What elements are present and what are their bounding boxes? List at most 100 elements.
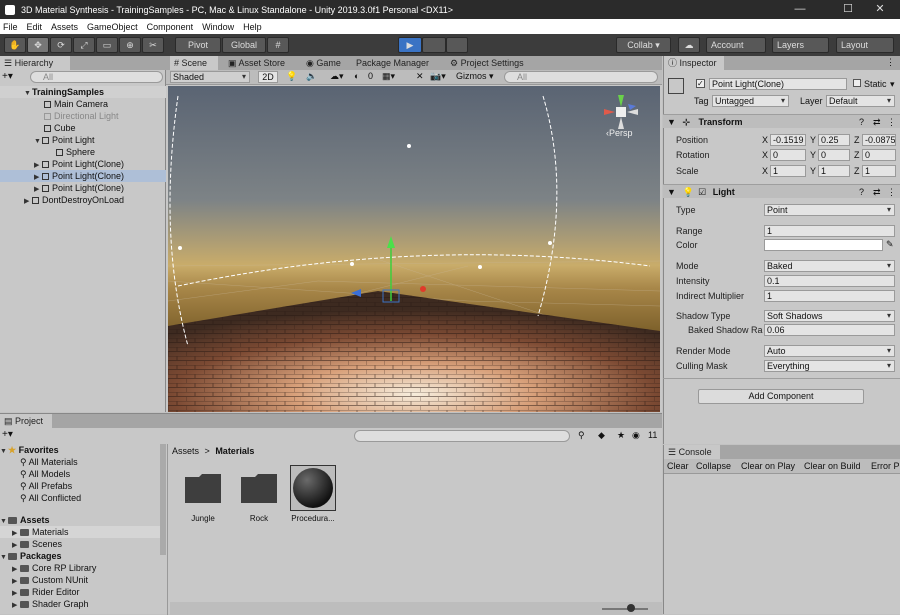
camera-icon[interactable]: 📷▾ xyxy=(430,71,446,82)
console-clear-on-play-button[interactable]: Clear on Play xyxy=(741,461,795,471)
color-swatch[interactable] xyxy=(764,239,883,251)
baked-shadow-field[interactable]: 0.06 xyxy=(764,324,895,336)
menu-file[interactable]: File xyxy=(0,22,24,32)
global-button[interactable]: Global xyxy=(222,37,266,53)
mode-2d-toggle[interactable]: 2D xyxy=(258,71,278,83)
preset-icon[interactable]: ⇄ xyxy=(873,115,881,129)
proj-tree-row-8[interactable]: ▼ Packages xyxy=(0,550,160,562)
shading-dropdown[interactable]: Shaded xyxy=(170,71,250,83)
mode-dropdown[interactable]: Baked xyxy=(764,260,895,272)
rect-tool-icon[interactable]: ▭ xyxy=(96,37,118,53)
play-button[interactable]: ▶ xyxy=(398,37,422,53)
collapse-arrow-icon[interactable]: ▼ xyxy=(663,117,676,127)
layers-dropdown[interactable]: Layers xyxy=(772,37,829,53)
zoom-slider-track[interactable] xyxy=(602,608,648,610)
menu-gameobject[interactable]: GameObject xyxy=(84,22,144,32)
rotate-tool-icon[interactable]: ⟳ xyxy=(50,37,72,53)
tab-scene[interactable]: # Scene xyxy=(170,56,218,70)
transform-tool-icon[interactable]: ⊕ xyxy=(119,37,141,53)
expand-icon[interactable]: ▶ xyxy=(24,196,32,208)
create-icon[interactable]: +▾ xyxy=(2,429,13,440)
breadcrumb-current[interactable]: Materials xyxy=(215,446,254,456)
rotation-y-field[interactable]: 0 xyxy=(818,149,850,161)
close-button[interactable]: ✕ xyxy=(860,0,900,19)
render-mode-dropdown[interactable]: Auto xyxy=(764,345,895,357)
console-error-pause-button[interactable]: Error P xyxy=(871,461,900,471)
add-component-button[interactable]: Add Component xyxy=(698,389,864,404)
proj-tree-row-12[interactable]: ▶ Shader Graph xyxy=(0,598,160,610)
folder-rock-icon[interactable] xyxy=(241,473,277,503)
proj-tree-row-10[interactable]: ▶ Custom NUnit xyxy=(0,574,160,586)
collapse-arrow-icon[interactable]: ▼ xyxy=(663,187,676,197)
menu-window[interactable]: Window xyxy=(199,22,240,32)
hier-row-3[interactable]: Cube xyxy=(0,122,166,134)
hier-row-8[interactable]: ▶ Point Light(Clone) xyxy=(0,182,166,194)
orientation-gizmo[interactable] xyxy=(600,91,642,133)
proj-tree-row-1[interactable]: ⚲ All Materials xyxy=(0,456,160,468)
tab-console[interactable]: ☰ Console xyxy=(664,445,720,459)
indirect-field[interactable]: 1 xyxy=(764,290,895,302)
account-dropdown[interactable]: Account xyxy=(706,37,766,53)
persp-label[interactable]: ‹Persp xyxy=(606,128,633,138)
position-y-field[interactable]: 0.25 xyxy=(818,134,850,146)
snap-icon[interactable]: # xyxy=(267,37,289,53)
project-search-input[interactable] xyxy=(354,430,570,442)
zoom-slider-thumb[interactable] xyxy=(627,604,635,612)
tab-project-settings[interactable]: ⚙ Project Settings xyxy=(446,56,534,70)
effects-icon[interactable]: ☁▾ xyxy=(330,71,344,82)
tab-hierarchy[interactable]: ☰ Hierarchy xyxy=(0,56,70,70)
tab-package-manager[interactable]: Package Manager xyxy=(352,56,434,70)
panel-menu-icon[interactable]: ⋮ xyxy=(886,57,895,68)
tab-asset-store[interactable]: ▣ Asset Store xyxy=(224,56,292,70)
menu-assets[interactable]: Assets xyxy=(48,22,84,32)
hier-row-2[interactable]: Directional Light xyxy=(0,110,166,122)
culling-mask-dropdown[interactable]: Everything xyxy=(764,360,895,372)
search-by-type-icon[interactable]: ⚲ xyxy=(578,430,585,441)
hierarchy-search-input[interactable]: All xyxy=(30,71,163,83)
light-header[interactable]: ▼ 💡 ☑ Light ? ⇄ ⋮ xyxy=(663,184,900,198)
transform-header[interactable]: ▼ ⊹ Transform ? ⇄ ⋮ xyxy=(663,114,900,128)
hier-row-1[interactable]: Main Camera xyxy=(0,98,166,110)
cloud-icon[interactable]: ☁ xyxy=(678,37,700,53)
material-thumbnail[interactable] xyxy=(290,465,336,511)
tab-inspector[interactable]: ⓘ Inspector xyxy=(664,56,724,70)
static-dropdown-icon[interactable]: ▾ xyxy=(890,79,895,90)
audio-icon[interactable]: 🔈 xyxy=(306,71,317,82)
asset-label-jungle[interactable]: Jungle xyxy=(178,514,228,523)
console-clear-on-build-button[interactable]: Clear on Build xyxy=(804,461,861,471)
preset-icon[interactable]: ⇄ xyxy=(873,185,881,199)
intensity-field[interactable]: 0.1 xyxy=(764,275,895,287)
gizmos-dropdown[interactable]: Gizmos ▾ xyxy=(456,71,494,82)
proj-tree-row-0[interactable]: ▼★ Favorites xyxy=(0,444,160,456)
scale-x-field[interactable]: 1 xyxy=(770,165,806,177)
add-icon[interactable]: +▾ xyxy=(2,71,13,82)
layer-dropdown[interactable]: Default xyxy=(826,95,895,107)
proj-tree-row-9[interactable]: ▶ Core RP Library xyxy=(0,562,160,574)
range-field[interactable]: 1 xyxy=(764,225,895,237)
breadcrumb-root[interactable]: Assets xyxy=(172,446,199,456)
component-menu-icon[interactable]: ⋮ xyxy=(887,185,896,199)
proj-tree-row-6[interactable]: ▶ Materials xyxy=(0,526,160,538)
move-tool-icon[interactable]: ✥ xyxy=(27,37,49,53)
scale-tool-icon[interactable]: ⤢ xyxy=(73,37,95,53)
label-icon[interactable]: ◆ xyxy=(598,430,605,441)
scene-search-input[interactable]: All xyxy=(504,71,658,83)
object-name-field[interactable]: Point Light(Clone) xyxy=(709,78,847,90)
pivot-button[interactable]: Pivot xyxy=(175,37,221,53)
hier-row-6[interactable]: ▶ Point Light(Clone) xyxy=(0,158,166,170)
rotation-z-field[interactable]: 0 xyxy=(862,149,896,161)
tag-dropdown[interactable]: Untagged xyxy=(712,95,789,107)
scale-z-field[interactable]: 1 xyxy=(862,165,896,177)
asset-label-procedural[interactable]: Procedura... xyxy=(288,514,338,523)
static-checkbox[interactable] xyxy=(853,79,861,87)
proj-tree-row-5[interactable]: ▼ Assets xyxy=(0,514,160,526)
shadow-type-dropdown[interactable]: Soft Shadows xyxy=(764,310,895,322)
tab-project[interactable]: ▤ Project xyxy=(0,414,52,428)
light-enabled-checkbox[interactable]: ☑ xyxy=(696,187,706,197)
hidden-objects-icon[interactable]: ◐ xyxy=(354,71,359,81)
scale-y-field[interactable]: 1 xyxy=(818,165,850,177)
pause-button[interactable] xyxy=(422,37,446,53)
help-icon[interactable]: ? xyxy=(859,185,864,199)
proj-tree-row-3[interactable]: ⚲ All Prefabs xyxy=(0,480,160,492)
custom-tool-icon[interactable]: ✂ xyxy=(142,37,164,53)
